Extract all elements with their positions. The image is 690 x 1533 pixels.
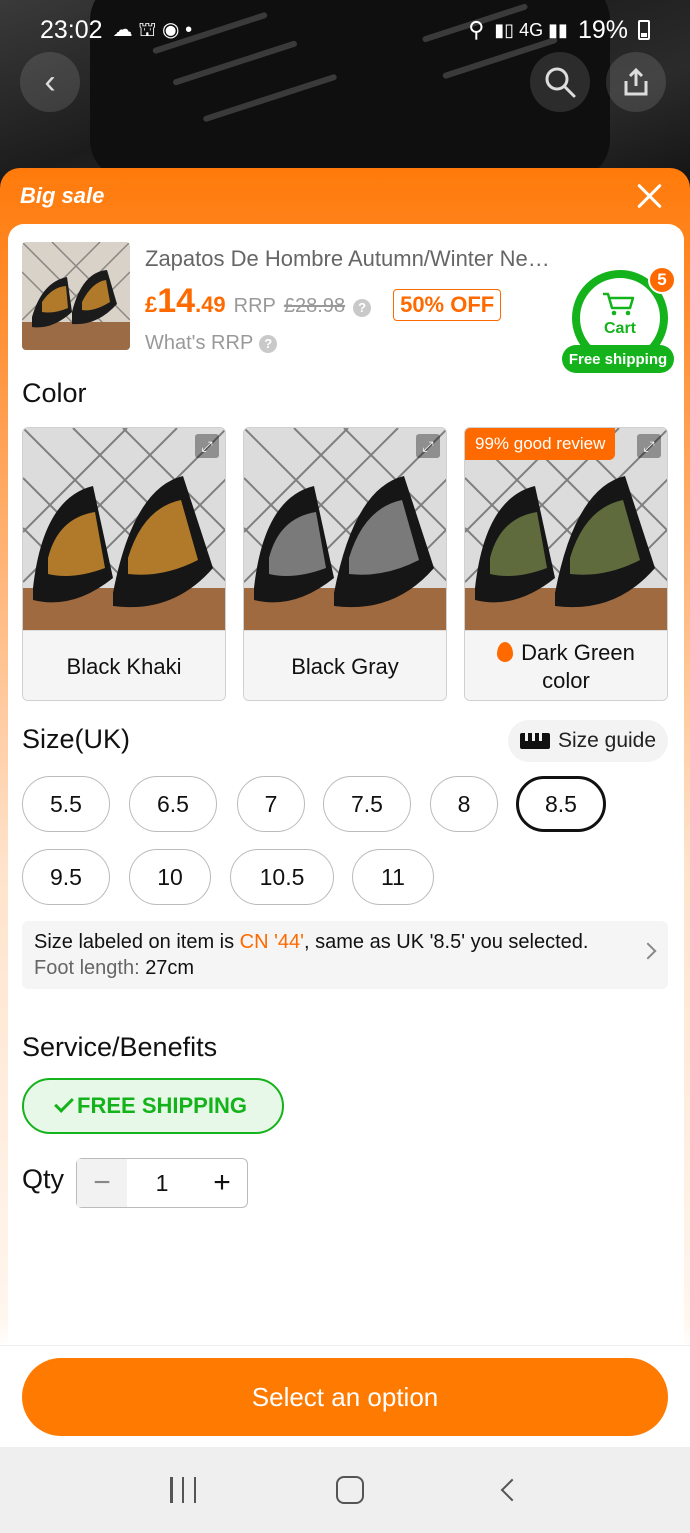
size-option[interactable]: 6.5 — [129, 776, 217, 832]
size-option[interactable]: 8 — [430, 776, 498, 832]
service-title: Service/Benefits — [22, 1032, 218, 1062]
chevron-right-icon — [639, 942, 657, 960]
help-icon: ? — [259, 334, 278, 353]
product-title: Zapatos De Hombre Autumn/Winter New Hiki… — [145, 246, 565, 271]
size-option[interactable]: 10.5 — [230, 849, 334, 905]
sheet-header: Big sale — [0, 168, 690, 224]
back-icon[interactable]: ‹ — [20, 52, 80, 112]
color-option-dark-green[interactable]: 99% good review ⤢ Dark Green color — [464, 427, 668, 701]
cart-button[interactable]: Cart 5 Free shipping — [562, 266, 676, 373]
color-image — [244, 428, 446, 630]
size-option[interactable]: 5.5 — [22, 776, 110, 832]
cart-icon — [603, 292, 635, 316]
whats-rrp-link[interactable]: What's RRP ? — [145, 332, 278, 355]
expand-icon[interactable]: ⤢ — [637, 434, 661, 458]
share-icon[interactable] — [606, 52, 666, 112]
top-nav: ‹ — [0, 52, 690, 112]
qty-value[interactable]: 1 — [127, 1170, 197, 1197]
battery-icon — [638, 20, 650, 40]
discount-badge: 50% OFF — [393, 289, 502, 321]
ruler-icon — [519, 733, 550, 749]
notification-icons: ☁ ⛫ ◉ • — [112, 18, 193, 41]
good-review-badge: 99% good review — [465, 428, 616, 460]
status-bar: 23:02 ☁ ⛫ ◉ • ⚲ ▮▯ 4G ▮▮ 19% — [0, 0, 690, 60]
color-option-label: Black Gray — [244, 630, 446, 700]
check-icon — [54, 1093, 74, 1113]
size-option[interactable]: 9.5 — [22, 849, 110, 905]
color-title: Color — [22, 378, 87, 408]
close-icon[interactable] — [630, 176, 670, 216]
system-nav-bar — [0, 1447, 690, 1533]
home-icon[interactable] — [336, 1476, 364, 1504]
increase-qty-button[interactable]: + — [197, 1159, 247, 1207]
status-right: ⚲ ▮▯ 4G ▮▮ 19% — [468, 16, 650, 45]
size-title: Size(UK) — [22, 724, 131, 754]
rrp-info-icon[interactable]: ? — [353, 298, 372, 317]
size-option[interactable]: 7 — [237, 776, 305, 832]
sheet-content: Zapatos De Hombre Autumn/Winter New Hiki… — [8, 224, 684, 1344]
footer-bar: Select an option — [0, 1345, 690, 1447]
color-option-label: Black Khaki — [23, 630, 225, 700]
size-conversion-info[interactable]: Size labeled on item is CN '44', same as… — [22, 921, 668, 989]
qty-label: Qty — [22, 1164, 65, 1194]
rrp-value: £28.98 — [283, 295, 346, 317]
quantity-stepper: − 1 + — [76, 1158, 248, 1208]
cart-free-shipping: Free shipping — [562, 345, 674, 373]
size-option-selected[interactable]: 8.5 — [516, 776, 606, 832]
size-info-line: Size labeled on item is CN '44', same as… — [34, 931, 589, 953]
cart-count-badge: 5 — [648, 266, 676, 294]
product-thumbnail[interactable] — [22, 242, 130, 350]
expand-icon[interactable]: ⤢ — [195, 434, 219, 458]
sale-price: £14.49 — [145, 282, 226, 320]
cart-label: Cart — [603, 320, 636, 337]
color-option-black-khaki[interactable]: ⤢ Black Khaki — [22, 427, 226, 701]
free-shipping-badge: FREE SHIPPING — [22, 1078, 284, 1134]
size-option[interactable]: 7.5 — [323, 776, 411, 832]
size-option[interactable]: 10 — [129, 849, 211, 905]
hot-flame-icon — [497, 641, 514, 662]
color-option-label: Dark Green color — [465, 630, 667, 700]
location-icon: ⚲ — [468, 17, 485, 42]
color-option-black-gray[interactable]: ⤢ Black Gray — [243, 427, 447, 701]
expand-icon[interactable]: ⤢ — [416, 434, 440, 458]
back-nav-icon[interactable] — [500, 1478, 524, 1502]
battery-percent: 19% — [577, 15, 628, 44]
select-option-button[interactable]: Select an option — [22, 1358, 668, 1436]
recent-apps-icon[interactable] — [170, 1477, 196, 1503]
search-icon[interactable] — [530, 52, 590, 112]
sheet-title: Big sale — [20, 183, 105, 208]
status-time: 23:02 — [40, 15, 103, 44]
foot-length-line: Foot length: 27cm — [34, 957, 195, 979]
color-image — [23, 428, 225, 630]
option-sheet: Big sale Zapatos De Hombre Autumn/Winter… — [0, 168, 690, 1448]
decrease-qty-button[interactable]: − — [77, 1159, 127, 1207]
price-line: £14.49 RRP £28.98 ? 50% OFF — [145, 282, 502, 321]
size-guide-button[interactable]: Size guide — [508, 720, 668, 762]
rrp-label: RRP — [233, 295, 276, 317]
signal-icon: ▮▯ 4G ▮▮ — [494, 19, 568, 40]
size-option[interactable]: 11 — [352, 849, 434, 905]
